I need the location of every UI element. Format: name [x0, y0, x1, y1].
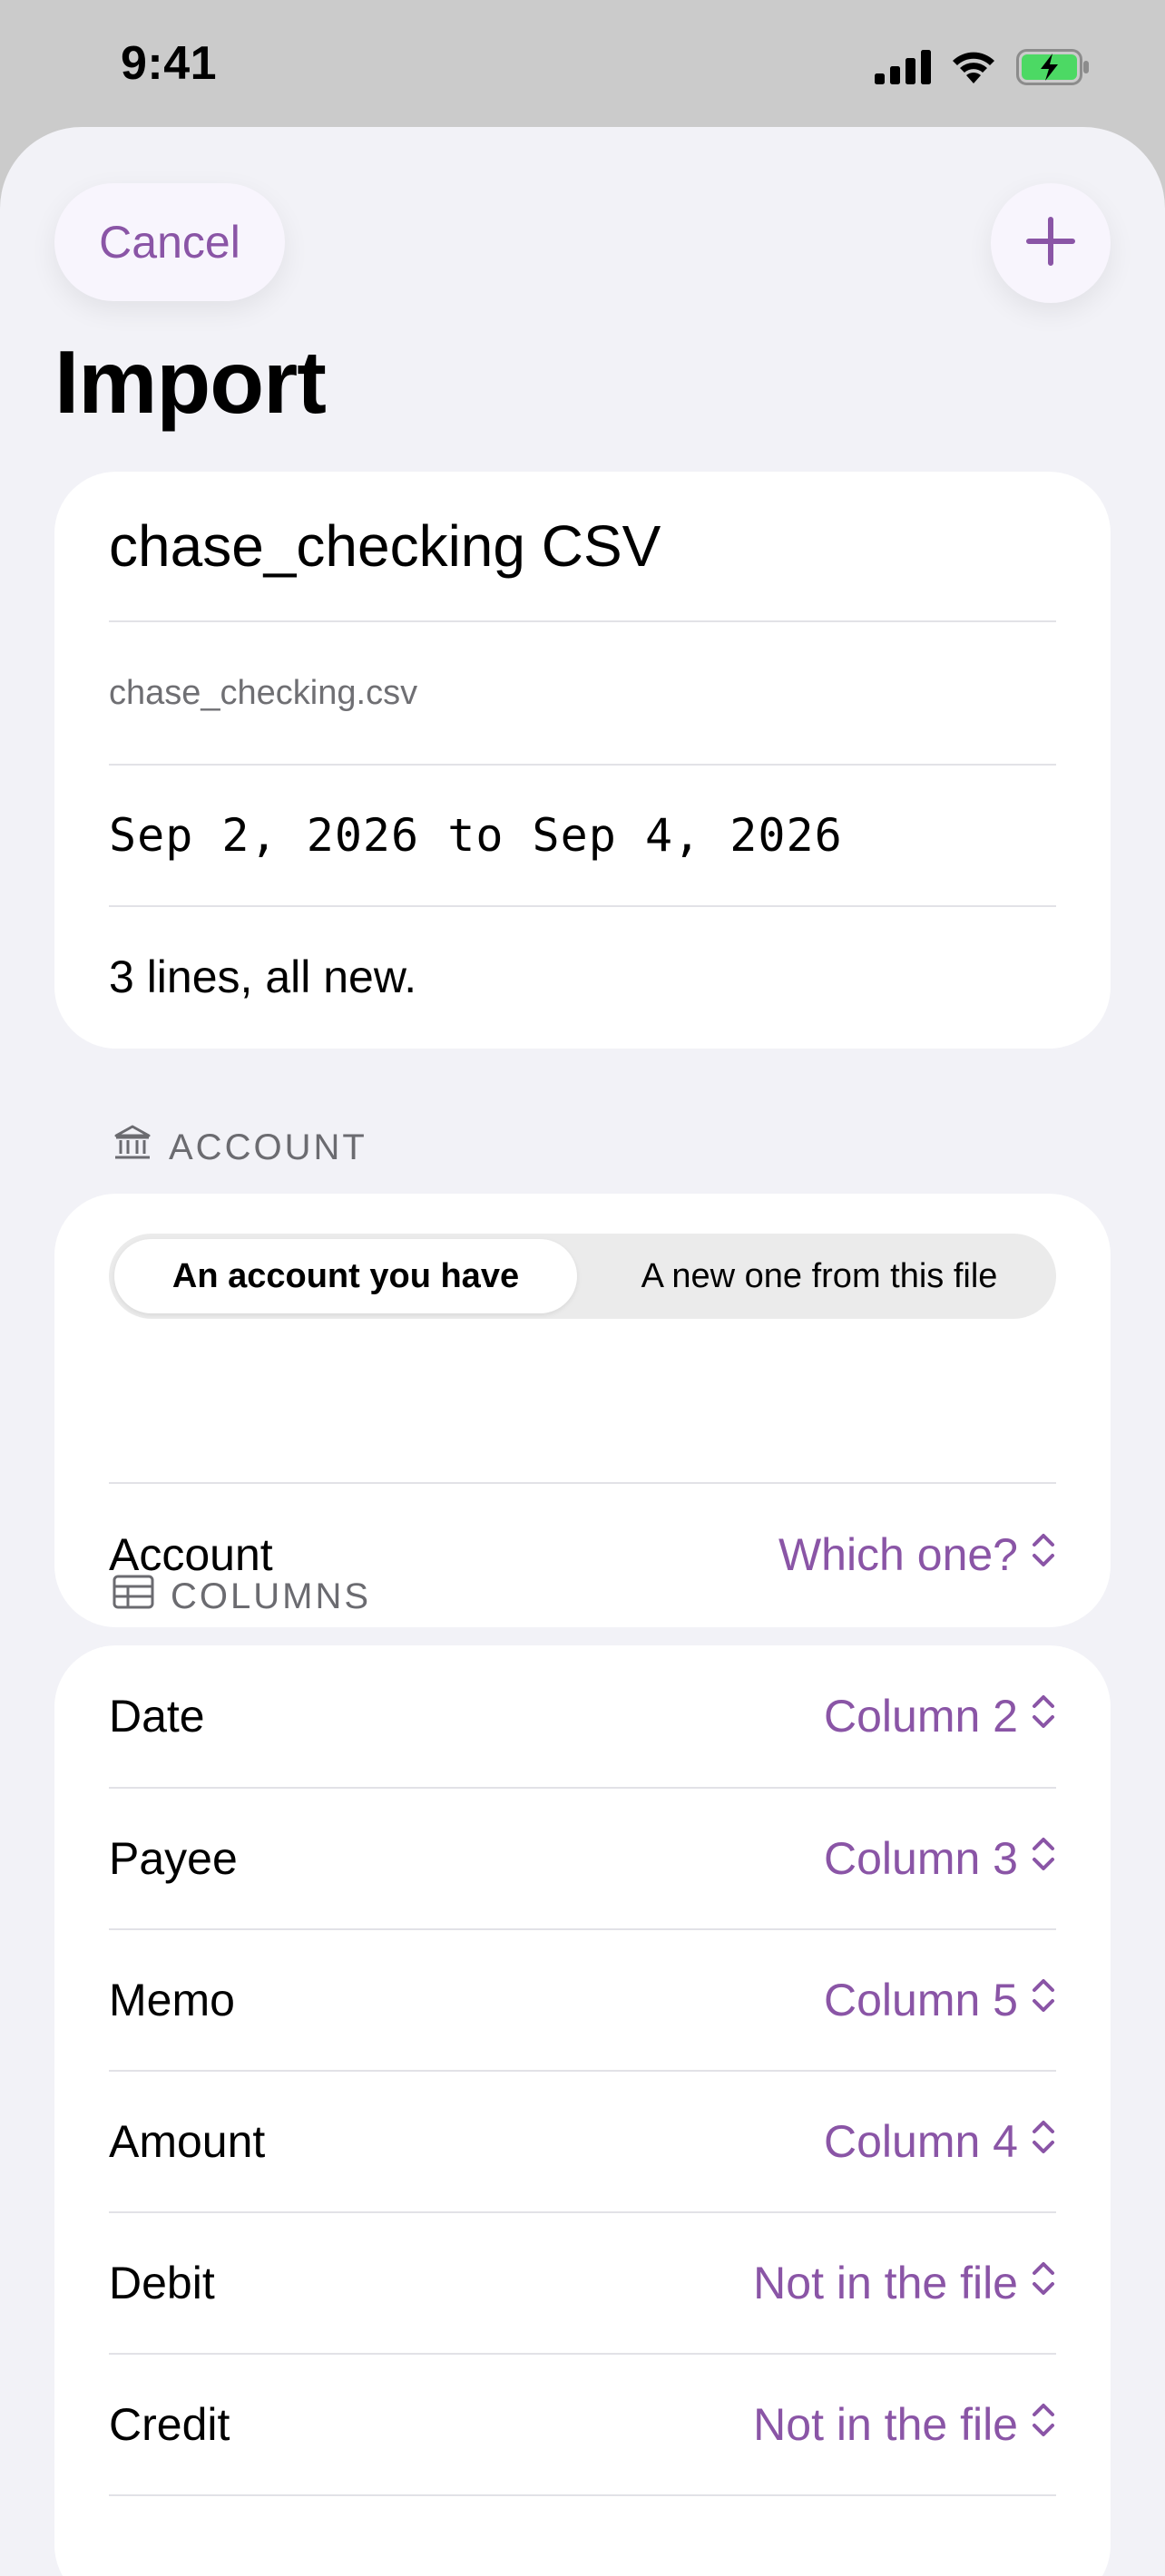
status-icons: [875, 49, 1091, 90]
cellular-signal-icon: [875, 50, 931, 89]
segment-label: A new one from this file: [641, 1256, 998, 1295]
picker-value: Column 5: [824, 1975, 1018, 2025]
chevron-up-down-icon: [1031, 2115, 1056, 2168]
column-picker-debit[interactable]: Not in the file: [753, 2257, 1056, 2309]
page-title: Import: [54, 332, 327, 432]
columns-section-header: COLUMNS: [113, 1575, 371, 1618]
picker-value: Which one?: [778, 1529, 1018, 1580]
column-label: Payee: [109, 1833, 238, 1884]
picker-value: Column 4: [824, 2116, 1018, 2167]
chevron-up-down-icon: [1031, 2398, 1056, 2451]
summary-row: 3 lines, all new.: [109, 907, 1056, 1047]
account-label: Account: [109, 1529, 273, 1580]
import-summary: 3 lines, all new.: [109, 951, 417, 1002]
status-time: 9:41: [121, 37, 218, 90]
cancel-button[interactable]: Cancel: [54, 183, 285, 301]
columns-card: Date Column 2 Payee Column 3 Memo Column…: [54, 1645, 1111, 2576]
segment-label: An account you have: [171, 1256, 520, 1295]
wifi-icon: [949, 49, 998, 90]
battery-charging-icon: [1016, 49, 1091, 90]
cancel-label: Cancel: [99, 217, 240, 268]
account-section-header: ACCOUNT: [113, 1123, 367, 1172]
add-button[interactable]: [991, 183, 1111, 303]
picker-value: Not in the file: [753, 2399, 1018, 2450]
picker-value: Not in the file: [753, 2258, 1018, 2308]
divider: [109, 2494, 1056, 2496]
column-row-amount: Amount Column 4: [109, 2072, 1056, 2211]
chevron-up-down-icon: [1031, 1832, 1056, 1885]
file-title: chase_checking CSV: [109, 513, 661, 579]
file-name-row: chase_checking.csv: [109, 622, 1056, 764]
table-icon: [113, 1575, 154, 1618]
chevron-up-down-icon: [1031, 1528, 1056, 1581]
column-row-credit: Credit Not in the file: [109, 2355, 1056, 2494]
column-picker-memo[interactable]: Column 5: [824, 1974, 1056, 2026]
column-label: Date: [109, 1691, 205, 1742]
account-card: An account you have A new one from this …: [54, 1194, 1111, 1627]
columns-section-label: COLUMNS: [171, 1576, 372, 1616]
account-picker[interactable]: Which one?: [778, 1528, 1056, 1581]
status-bar: 9:41: [0, 0, 1165, 127]
file-title-row: chase_checking CSV: [109, 472, 1056, 620]
import-sheet: Cancel Import chase_checking CSV chase_c…: [0, 127, 1165, 2576]
column-row-debit: Debit Not in the file: [109, 2213, 1056, 2353]
picker-value: Column 2: [824, 1691, 1018, 1742]
column-row-memo: Memo Column 5: [109, 1930, 1056, 2070]
plus-icon: [1025, 216, 1076, 271]
column-label: Credit: [109, 2399, 230, 2450]
bank-icon: [113, 1123, 152, 1172]
date-range: Sep 2, 2026 to Sep 4, 2026: [109, 809, 843, 862]
file-name: chase_checking.csv: [109, 673, 418, 712]
column-label: Memo: [109, 1975, 235, 2025]
segment-existing-account[interactable]: An account you have: [114, 1239, 577, 1313]
segment-new-account[interactable]: A new one from this file: [588, 1239, 1051, 1313]
date-range-row: Sep 2, 2026 to Sep 4, 2026: [109, 766, 1056, 905]
file-info-card: chase_checking CSV chase_checking.csv Se…: [54, 472, 1111, 1049]
chevron-up-down-icon: [1031, 1974, 1056, 2026]
account-section-label: ACCOUNT: [169, 1127, 367, 1167]
column-picker-credit[interactable]: Not in the file: [753, 2398, 1056, 2451]
column-label: Debit: [109, 2258, 215, 2308]
account-segmented-control: An account you have A new one from this …: [109, 1234, 1056, 1319]
column-row-payee: Payee Column 3: [109, 1789, 1056, 1928]
column-picker-payee[interactable]: Column 3: [824, 1832, 1056, 1885]
column-picker-amount[interactable]: Column 4: [824, 2115, 1056, 2168]
column-label: Amount: [109, 2116, 266, 2167]
picker-value: Column 3: [824, 1833, 1018, 1884]
chevron-up-down-icon: [1031, 1690, 1056, 1742]
chevron-up-down-icon: [1031, 2257, 1056, 2309]
column-row-date: Date Column 2: [109, 1645, 1056, 1787]
column-picker-date[interactable]: Column 2: [824, 1690, 1056, 1742]
